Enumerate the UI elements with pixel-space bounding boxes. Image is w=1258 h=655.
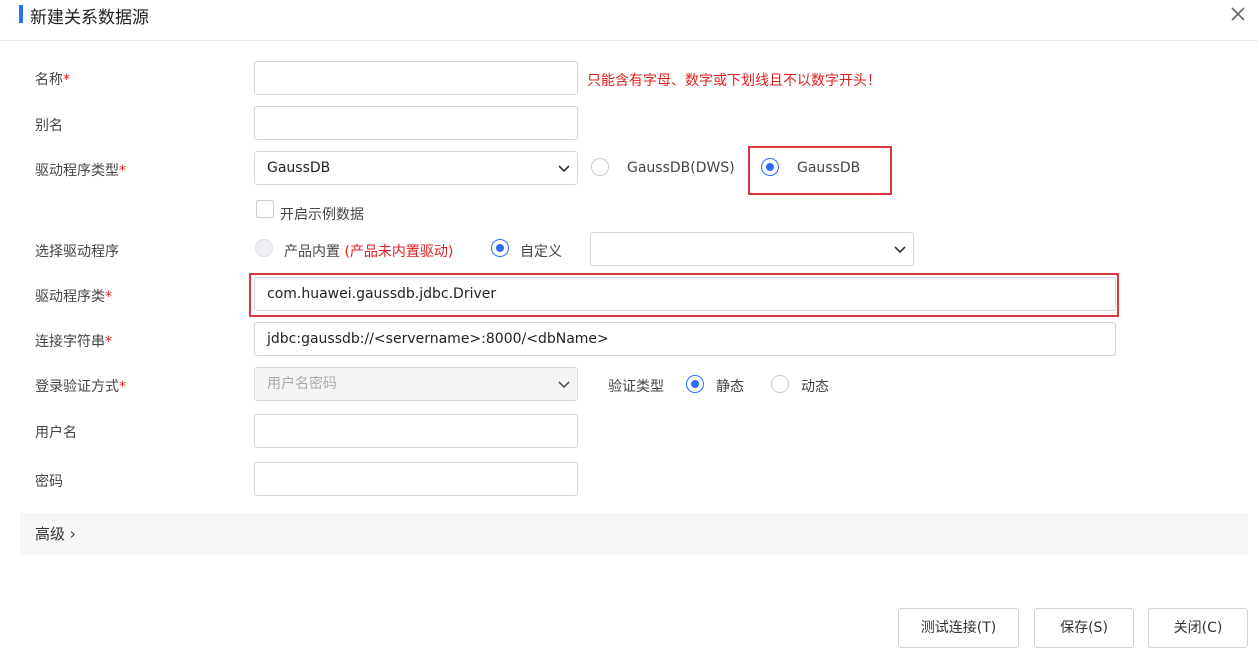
builtin-label: 产品内置 (产品未内置驱动): [284, 244, 454, 260]
static-label: 静态: [716, 379, 744, 395]
dialog-header: 新建关系数据源: [0, 0, 1258, 41]
conn-string-label: 连接字符串*: [35, 334, 112, 350]
title-accent-bar: [19, 5, 23, 23]
username-label: 用户名: [35, 425, 77, 441]
verify-type-label: 验证类型: [608, 379, 664, 395]
sample-data-checkbox[interactable]: [256, 200, 274, 218]
select-driver-label: 选择驱动程序: [35, 244, 119, 260]
conn-string-input[interactable]: jdbc:gaussdb://<servername>:8000/<dbName…: [254, 322, 1116, 356]
alias-input[interactable]: [254, 106, 578, 140]
radio-gaussdb-label: GaussDB: [797, 160, 861, 176]
radio-gaussdb[interactable]: [761, 158, 779, 176]
driver-type-value: GaussDB: [267, 160, 331, 176]
auth-label: 登录验证方式*: [35, 379, 126, 395]
chevron-down-icon: [558, 381, 570, 389]
radio-dynamic[interactable]: [771, 375, 789, 393]
password-label: 密码: [35, 474, 63, 490]
builtin-note: (产品未内置驱动): [344, 244, 454, 260]
close-button[interactable]: 关闭(C): [1148, 608, 1248, 648]
chevron-down-icon: [558, 165, 570, 173]
radio-static[interactable]: [686, 375, 704, 393]
sample-data-label: 开启示例数据: [280, 207, 364, 223]
radio-gaussdb-dws-label: GaussDB(DWS): [627, 160, 735, 176]
name-input[interactable]: [254, 61, 578, 95]
username-input[interactable]: [254, 414, 578, 448]
dialog-title: 新建关系数据源: [30, 8, 149, 28]
advanced-label: 高级 ›: [35, 525, 76, 543]
radio-custom[interactable]: [491, 239, 509, 257]
driver-type-label: 驱动程序类型*: [35, 163, 126, 179]
test-connection-button[interactable]: 测试连接(T): [898, 608, 1019, 648]
driver-class-label: 驱动程序类*: [35, 289, 112, 305]
name-label: 名称*: [35, 72, 70, 88]
driver-class-input[interactable]: com.huawei.gaussdb.jdbc.Driver: [254, 277, 1116, 311]
advanced-section-toggle[interactable]: 高级 ›: [20, 513, 1248, 555]
driver-type-select[interactable]: GaussDB: [254, 151, 578, 185]
name-error-text: 只能含有字母、数字或下划线且不以数字开头！: [587, 73, 881, 89]
custom-label: 自定义: [520, 244, 562, 260]
save-button[interactable]: 保存(S): [1034, 608, 1134, 648]
alias-label: 别名: [35, 118, 63, 134]
auth-select[interactable]: 用户名密码: [254, 367, 578, 401]
custom-driver-select[interactable]: [590, 232, 914, 266]
radio-builtin[interactable]: [255, 239, 273, 257]
dynamic-label: 动态: [801, 379, 829, 395]
radio-gaussdb-dws[interactable]: [591, 158, 609, 176]
auth-value: 用户名密码: [267, 376, 337, 392]
close-icon[interactable]: [1228, 4, 1248, 24]
password-input[interactable]: [254, 462, 578, 496]
chevron-down-icon: [894, 246, 906, 254]
